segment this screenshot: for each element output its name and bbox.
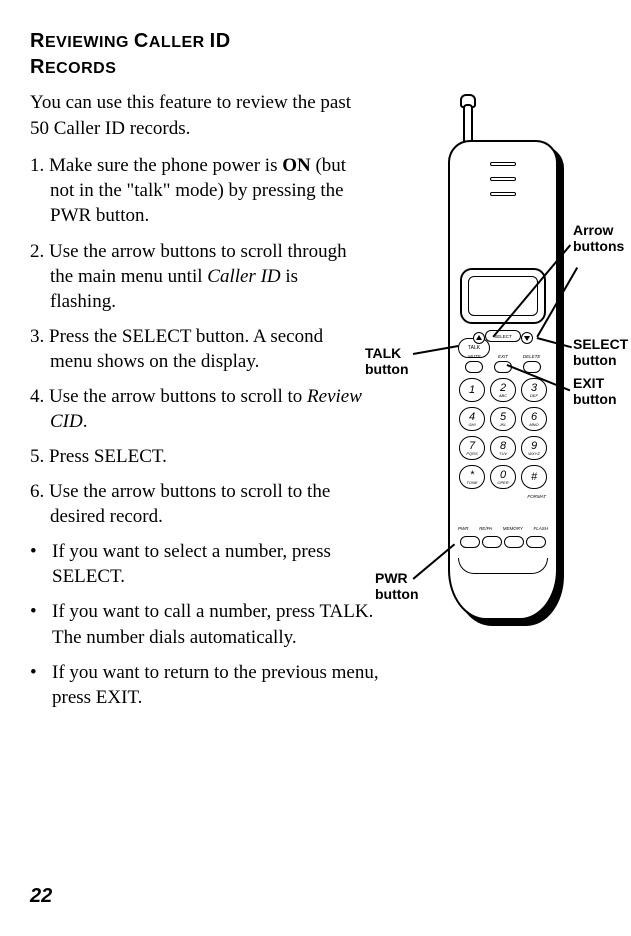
step-3: 3. Press the SELECT button. A second men…	[30, 324, 365, 374]
key-2: 2ABC	[490, 378, 516, 402]
steps-list: 1. Make sure the phone power is ON (but …	[30, 153, 365, 529]
bullet-1: If you want to select a number, press SE…	[30, 539, 380, 589]
screen	[460, 268, 546, 324]
bullet-3: If you want to return to the previous me…	[30, 660, 380, 710]
key-4: 4GHI	[459, 407, 485, 431]
flash-button	[526, 536, 546, 548]
key-9: 9WXYZ	[521, 436, 547, 460]
memory-label: MEMORY	[503, 526, 523, 531]
phone-diagram: TALK SELECT MUTE EXIT DELETE 1 2ABC 3	[365, 140, 615, 660]
key-1: 1	[459, 378, 485, 402]
format-label: FORMAT	[527, 494, 546, 499]
arrow-down-icon	[521, 332, 533, 344]
key-star: *TONE	[459, 465, 485, 489]
step-6: 6. Use the arrow buttons to scroll to th…	[30, 479, 365, 529]
heading-text: R	[30, 30, 45, 52]
step-2: 2. Use the arrow buttons to scroll throu…	[30, 239, 365, 314]
key-7: 7PQRS	[459, 436, 485, 460]
callout-pwr-button: PWR button	[375, 570, 419, 602]
section-heading: REVIEWING CALLER ID RECORDS	[30, 28, 601, 80]
intro-paragraph: You can use this feature to review the p…	[30, 90, 370, 141]
delete-label: DELETE	[523, 355, 541, 360]
key-0: 0OPER	[490, 465, 516, 489]
repa-label: RE/PA	[479, 526, 492, 531]
select-button: SELECT	[485, 330, 521, 342]
keypad: 1 2ABC 3DEF 4GHI 5JKL 6MNO 7PQRS 8TUV 9W…	[459, 378, 547, 489]
earpiece	[483, 162, 523, 196]
callout-select-button: SELECT button	[573, 336, 628, 368]
key-8: 8TUV	[490, 436, 516, 460]
memory-button	[504, 536, 524, 548]
mute-button	[465, 361, 483, 373]
page-number: 22	[30, 885, 52, 908]
pwr-label: PWR	[458, 526, 469, 531]
select-arrow-area: SELECT	[473, 332, 533, 344]
callout-exit-button: EXIT button	[573, 375, 617, 407]
mid-button-row: MUTE EXIT DELETE	[450, 355, 556, 373]
step-1: 1. Make sure the phone power is ON (but …	[30, 153, 365, 228]
bullet-list: If you want to select a number, press SE…	[30, 539, 380, 709]
exit-label: EXIT	[498, 355, 508, 360]
arrow-up-icon	[473, 332, 485, 344]
key-3: 3DEF	[521, 378, 547, 402]
bullet-2: If you want to call a number, press TALK…	[30, 599, 380, 649]
bottom-labels-row: PWR RE/PA MEMORY FLASH	[458, 526, 548, 531]
step-5: 5. Press SELECT.	[30, 444, 365, 469]
mute-label: MUTE	[468, 355, 481, 360]
step-4: 4. Use the arrow buttons to scroll to Re…	[30, 384, 365, 434]
phone-chin	[458, 558, 548, 574]
phone-body: TALK SELECT MUTE EXIT DELETE 1 2ABC 3	[448, 140, 558, 620]
callout-talk-button: TALK button	[365, 345, 409, 377]
bottom-button-row	[460, 536, 546, 548]
repa-button	[482, 536, 502, 548]
key-5: 5JKL	[490, 407, 516, 431]
key-hash: #	[521, 465, 547, 489]
key-6: 6MNO	[521, 407, 547, 431]
pwr-button	[460, 536, 480, 548]
flash-label: FLASH	[533, 526, 548, 531]
callout-arrow-buttons: Arrow buttons	[573, 222, 624, 254]
